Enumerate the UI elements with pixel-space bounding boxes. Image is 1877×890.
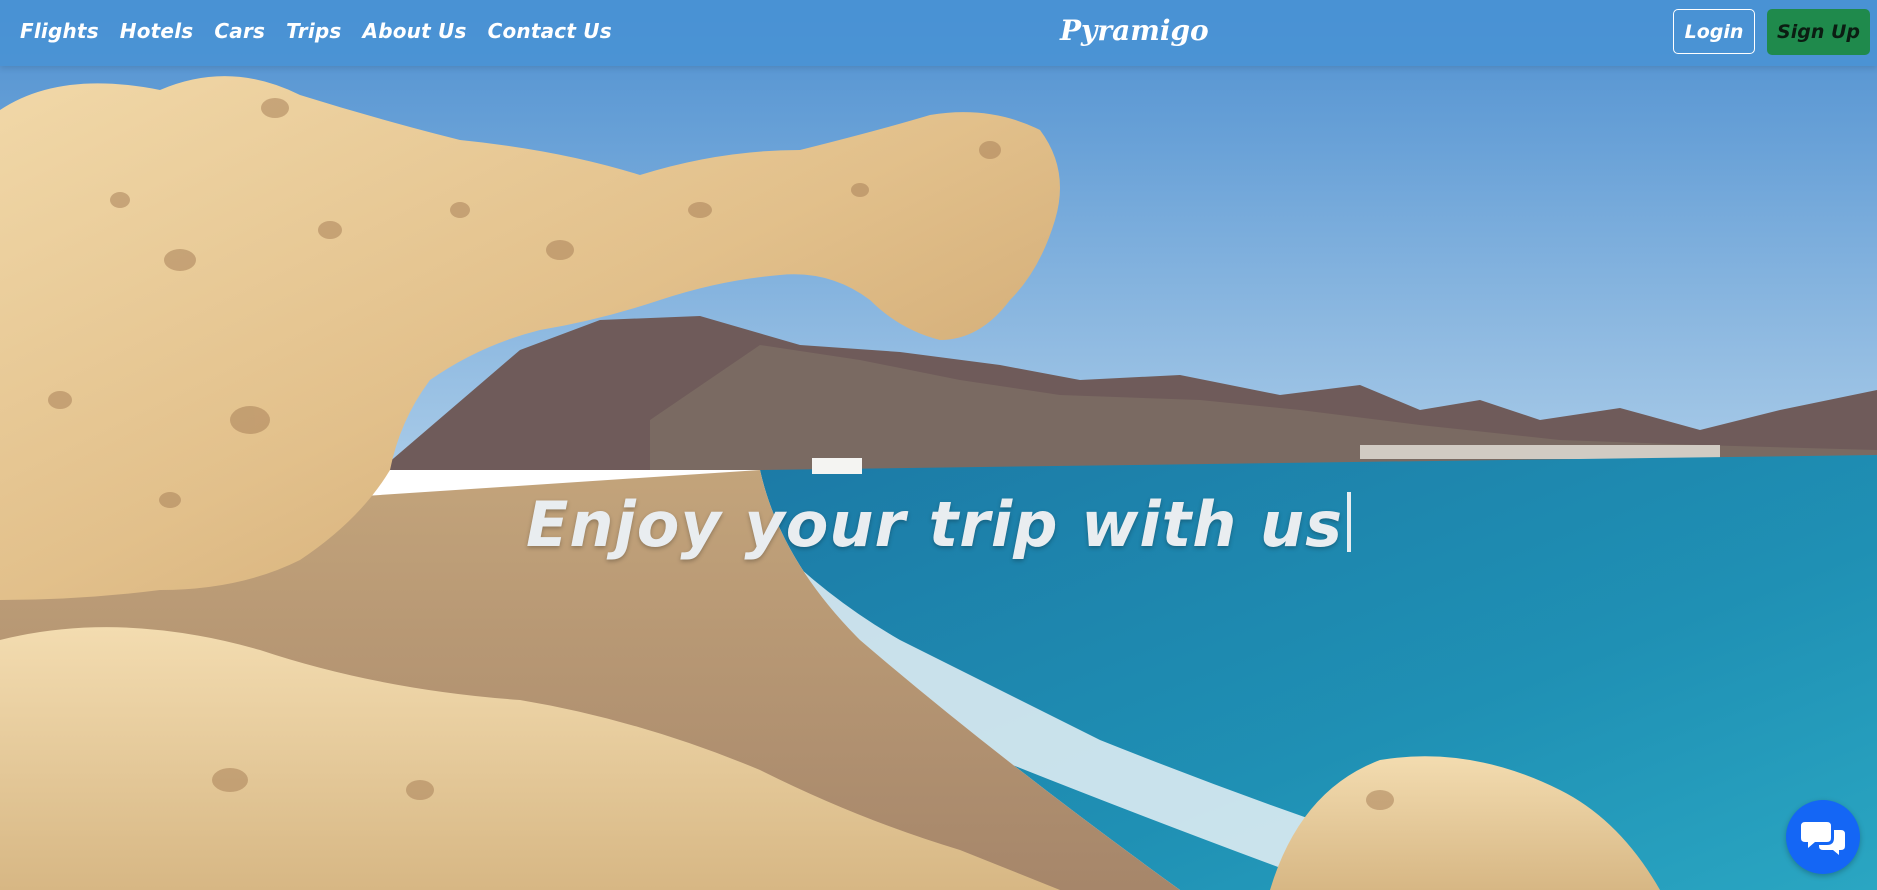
beach-landscape-image xyxy=(0,0,1877,890)
chat-bubbles-icon xyxy=(1801,822,1845,855)
nav-link-flights[interactable]: Flights xyxy=(20,19,99,43)
nav-link-hotels[interactable]: Hotels xyxy=(120,19,194,43)
nav-link-trips[interactable]: Trips xyxy=(286,19,341,43)
hero-title: Enjoy your trip with us xyxy=(0,488,1877,561)
brand-logo[interactable]: Pyramigo xyxy=(1060,14,1209,47)
hero-background xyxy=(0,0,1877,890)
chat-button[interactable] xyxy=(1786,800,1860,874)
typing-caret xyxy=(1347,492,1351,552)
hero-title-text: Enjoy your trip with us xyxy=(525,488,1343,561)
nav-links: Flights Hotels Cars Trips About Us Conta… xyxy=(20,0,612,62)
nav-link-cars[interactable]: Cars xyxy=(214,19,265,43)
login-button[interactable]: Login xyxy=(1673,9,1755,54)
top-navbar: Flights Hotels Cars Trips About Us Conta… xyxy=(0,0,1877,66)
nav-link-contact-us[interactable]: Contact Us xyxy=(488,19,612,43)
nav-link-about-us[interactable]: About Us xyxy=(363,19,467,43)
signup-button[interactable]: Sign Up xyxy=(1767,9,1870,55)
